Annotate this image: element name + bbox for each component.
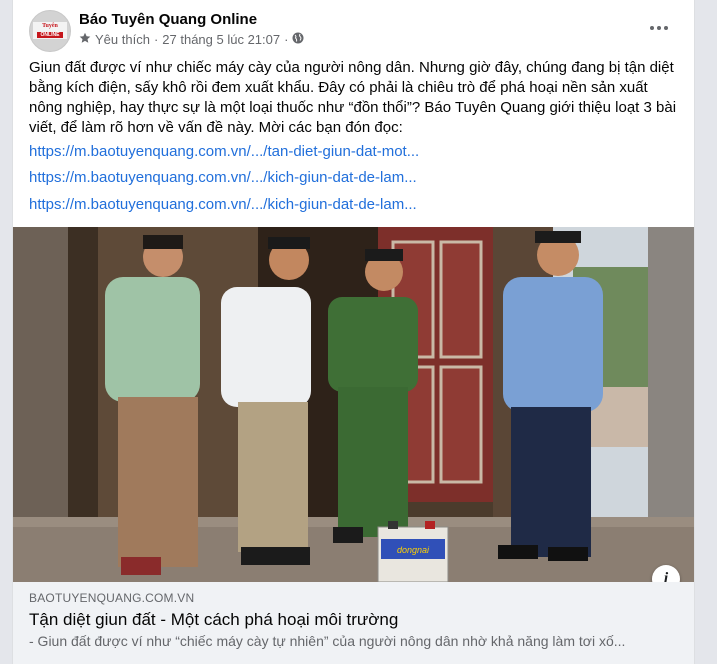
preview-description: - Giun đất được ví như “chiếc máy cày tự… xyxy=(29,633,626,649)
star-icon xyxy=(79,32,91,47)
logo-top-text: Tuyên Quang xyxy=(41,23,58,38)
logo-bottom-text: ONLINE xyxy=(37,32,63,38)
preview-title[interactable]: Tận diệt giun đất - Một cách phá hoại mô… xyxy=(29,610,398,630)
article-link-3[interactable]: https://m.baotuyenquang.com.vn/.../kich-… xyxy=(29,195,417,215)
page-avatar[interactable]: Tuyên Quang ONLINE xyxy=(29,10,71,52)
dot xyxy=(664,26,668,30)
meta-separator: · xyxy=(153,32,159,47)
post-message: Giun đất được ví như chiếc máy cày của n… xyxy=(29,59,677,136)
link-preview[interactable]: BAOTUYENQUANG.COM.VN Tận diệt giun đất -… xyxy=(13,582,694,664)
meta-separator-2: · xyxy=(284,32,289,47)
favorite-label: Yêu thích xyxy=(95,32,150,47)
post-photo[interactable]: dongnai i xyxy=(13,227,694,582)
globe-icon[interactable] xyxy=(292,32,304,47)
post-timestamp[interactable]: 27 tháng 5 lúc 21:07 xyxy=(162,32,280,47)
dot xyxy=(657,26,661,30)
post-header: Tuyên Quang ONLINE Báo Tuyên Quang Onlin… xyxy=(13,0,694,54)
newspaper-logo: Tuyên Quang ONLINE xyxy=(33,22,67,39)
battery-brand-label: dongnai xyxy=(397,545,430,555)
preview-domain: BAOTUYENQUANG.COM.VN xyxy=(29,591,195,605)
page-name-link[interactable]: Báo Tuyên Quang Online xyxy=(79,11,257,28)
dot xyxy=(650,26,654,30)
post-meta: Yêu thích · 27 tháng 5 lúc 21:07 · xyxy=(79,32,304,47)
post-card: Tuyên Quang ONLINE Báo Tuyên Quang Onlin… xyxy=(12,0,695,664)
more-options-button[interactable] xyxy=(643,14,675,42)
article-link-2[interactable]: https://m.baotuyenquang.com.vn/.../kich-… xyxy=(29,168,417,188)
article-link-1[interactable]: https://m.baotuyenquang.com.vn/.../tan-d… xyxy=(29,142,419,162)
